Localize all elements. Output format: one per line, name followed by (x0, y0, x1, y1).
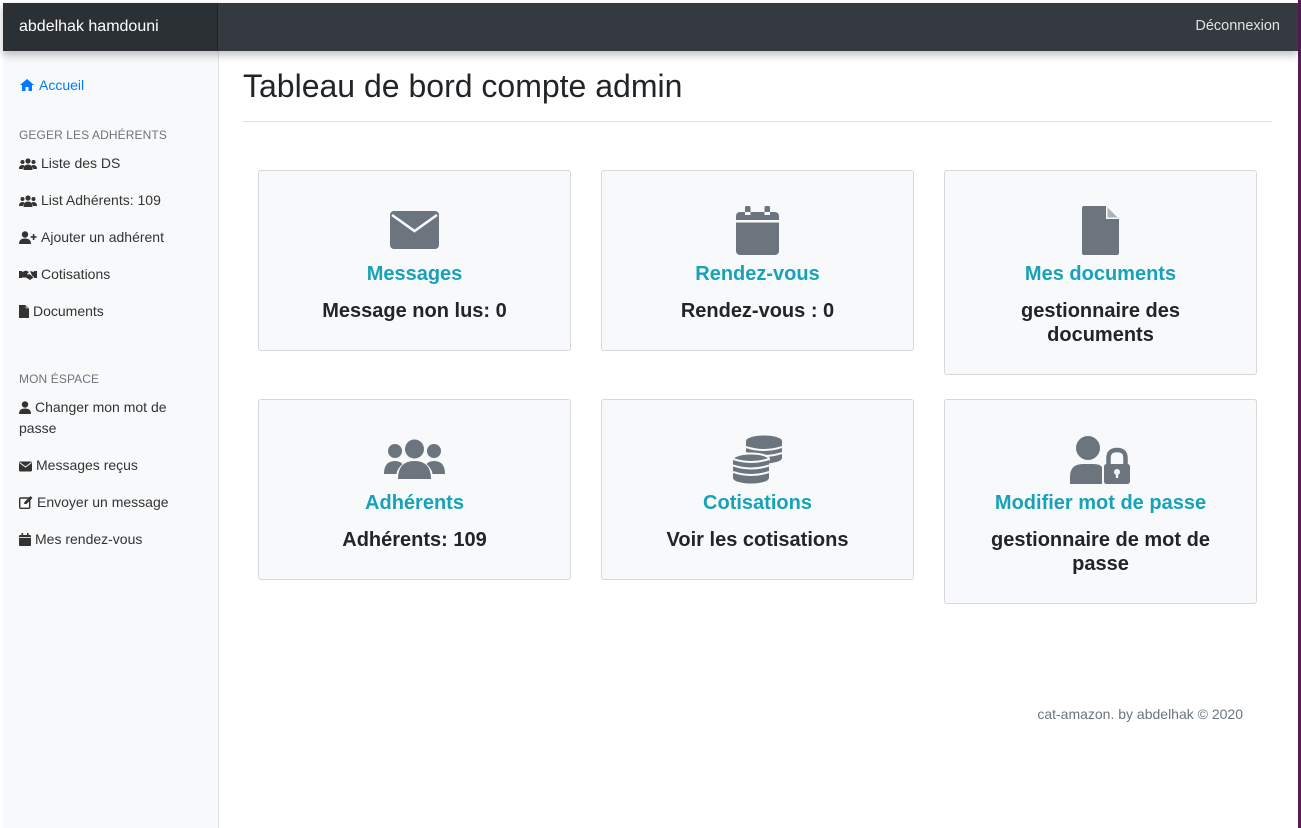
sidebar-item-label: Documents (33, 303, 104, 319)
footer-text: cat-amazon. by abdelhak © 2020 (1037, 706, 1243, 722)
card-text: Rendez-vous : 0 (680, 300, 835, 322)
sidebar-item-label: List Adhérents: 109 (41, 192, 161, 208)
users-icon (259, 439, 570, 479)
edit-icon (18, 496, 33, 510)
users-icon (19, 195, 37, 207)
card-text: Voir les cotisations (666, 529, 849, 551)
sidebar-item-documents[interactable]: Documents (19, 301, 209, 322)
sidebar-item-label: Changer mon mot de passe (19, 399, 167, 436)
sidebar-item-list-adherents[interactable]: List Adhérents: 109 (19, 190, 209, 211)
sidebar-item-label: Accueil (39, 77, 85, 93)
card-title: Cotisations (703, 492, 812, 514)
sidebar-item-label: Envoyer un message (37, 494, 169, 510)
card-rendez-vous[interactable]: Rendez-vous Rendez-vous : 0 (601, 170, 914, 351)
sidebar-item-label: Liste des DS (41, 155, 121, 171)
sidebar-heading-adherents: GEGER LES ADHÉRENTS (19, 128, 167, 142)
calendar-icon (19, 533, 31, 546)
card-messages[interactable]: Messages Message non lus: 0 (258, 170, 571, 351)
top-navbar: abdelhak hamdouni Déconnexion (3, 3, 1298, 51)
sidebar-item-mes-rendez-vous[interactable]: Mes rendez-vous (19, 529, 209, 550)
title-divider (243, 121, 1272, 122)
envelope-icon (259, 211, 570, 249)
card-title: Adhérents (365, 492, 464, 514)
sidebar-item-liste-ds[interactable]: Liste des DS (19, 153, 209, 174)
sidebar: Accueil GEGER LES ADHÉRENTS Liste des DS… (3, 51, 219, 828)
sidebar-item-changer-mot-de-passe[interactable]: Changer mon mot de passe (19, 397, 184, 439)
card-adherents[interactable]: Adhérents Adhérents: 109 (258, 399, 571, 580)
sidebar-item-envoyer-message[interactable]: Envoyer un message (18, 492, 209, 513)
sidebar-item-label: Mes rendez-vous (35, 531, 143, 547)
page-title: Tableau de bord compte admin (243, 68, 683, 104)
sidebar-item-cotisations[interactable]: Cotisations (19, 264, 209, 285)
home-icon (20, 79, 34, 91)
card-mes-documents[interactable]: Mes documents gestionnaire des documents (944, 170, 1257, 375)
users-icon (19, 158, 37, 170)
brand-link[interactable]: abdelhak hamdouni (3, 3, 218, 51)
card-cotisations[interactable]: Cotisations Voir les cotisations (601, 399, 914, 580)
envelope-icon (19, 461, 32, 472)
card-text: Adhérents: 109 (342, 529, 487, 551)
sidebar-item-label: Ajouter un adhérent (41, 229, 164, 245)
sidebar-item-messages-recus[interactable]: Messages reçus (19, 455, 209, 476)
sidebar-item-home[interactable]: Accueil (19, 75, 209, 96)
file-icon (19, 305, 29, 318)
card-modifier-mot-de-passe[interactable]: Modifier mot de passe gestionnaire de mo… (944, 399, 1257, 604)
handshake-icon (19, 270, 37, 280)
card-title: Mes documents (1024, 263, 1177, 285)
sidebar-item-ajouter-adherent[interactable]: Ajouter un adhérent (19, 227, 209, 248)
sidebar-item-label: Messages reçus (36, 457, 138, 473)
sidebar-item-label: Cotisations (41, 266, 111, 282)
user-plus-icon (19, 231, 37, 244)
card-title: Messages (366, 263, 463, 285)
card-text: Message non lus: 0 (322, 300, 507, 322)
card-text: gestionnaire des documents (1021, 300, 1180, 346)
card-title: Modifier mot de passe (994, 492, 1207, 514)
sidebar-heading-mon-espace: MON ÉSPACE (19, 372, 100, 386)
card-title: Rendez-vous (695, 263, 820, 285)
coins-icon (602, 435, 913, 484)
calendar-icon (602, 206, 913, 255)
user-icon (19, 401, 31, 414)
logout-link[interactable]: Déconnexion (1195, 3, 1280, 51)
card-text: gestionnaire de mot de passe (991, 529, 1210, 575)
file-icon (945, 206, 1256, 255)
user-lock-icon (945, 435, 1256, 484)
